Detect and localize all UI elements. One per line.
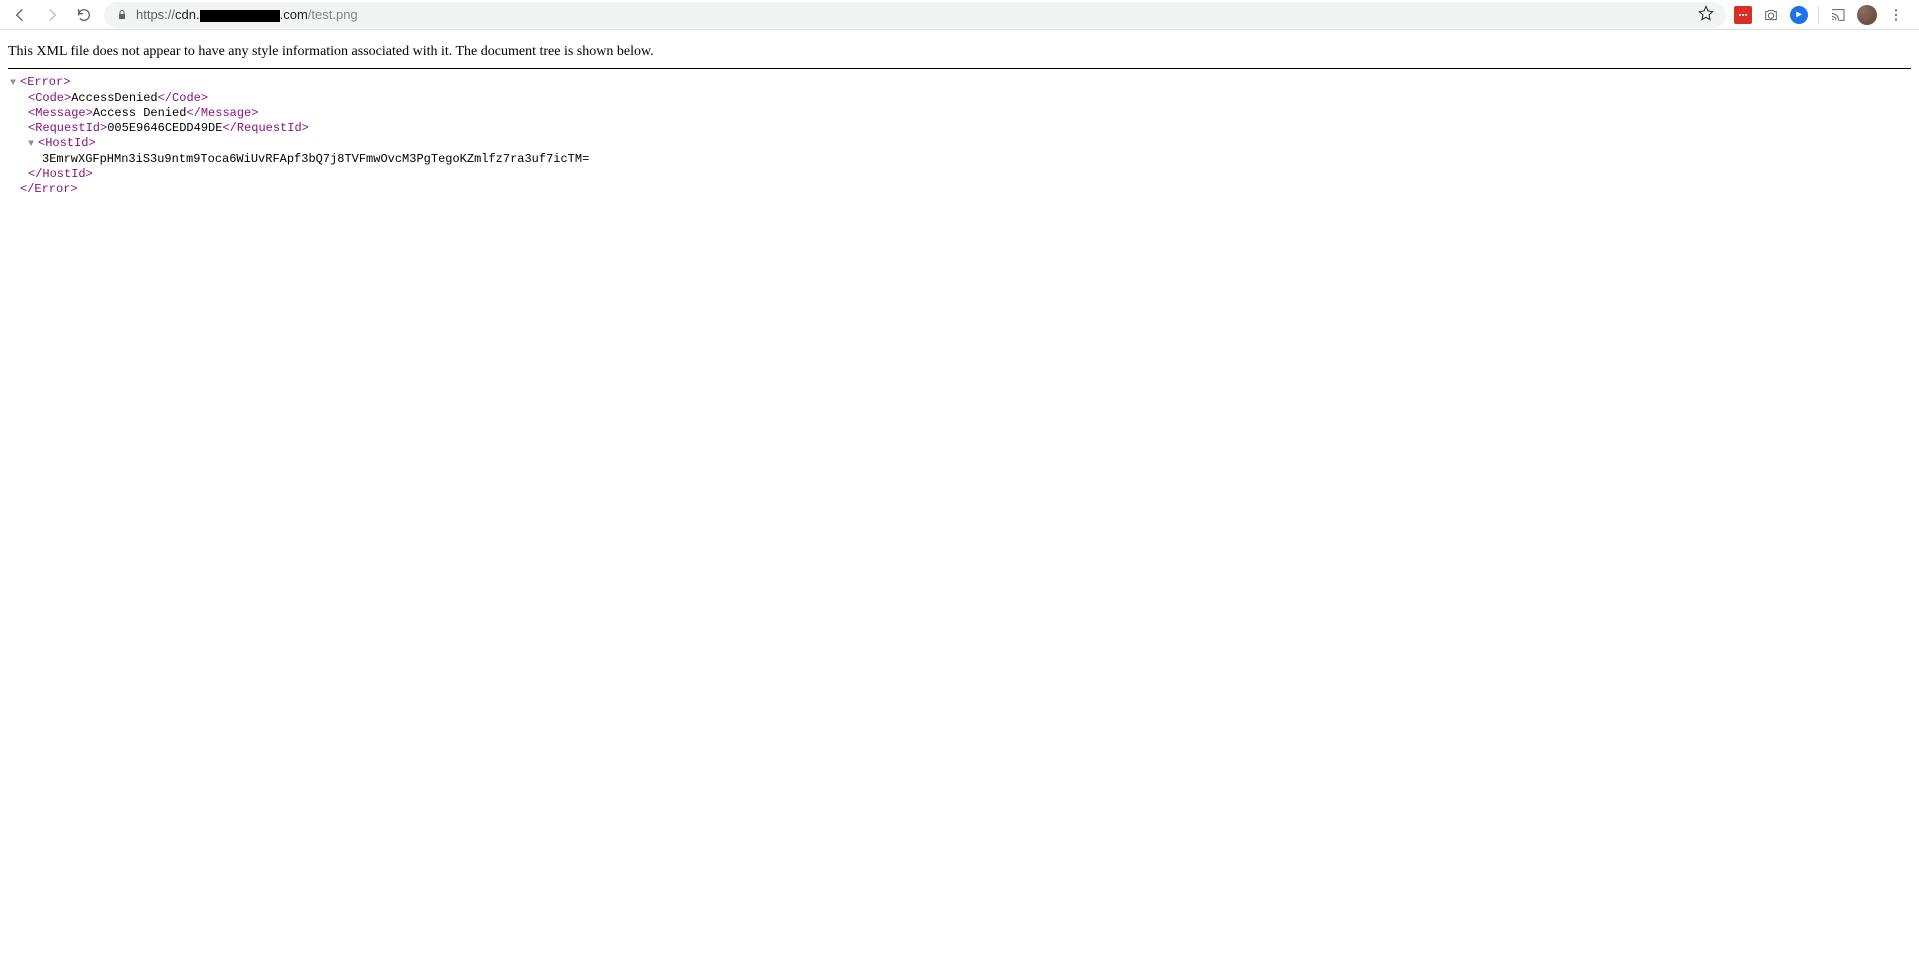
kebab-menu-icon — [1888, 7, 1904, 23]
xml-line: <Message>Access Denied</Message> — [10, 106, 1911, 121]
collapse-toggle[interactable]: ▼ — [10, 76, 20, 91]
bookmark-button[interactable] — [1698, 5, 1714, 24]
tag-code-close: </Code> — [158, 91, 208, 105]
toolbar-right: ▸ — [1734, 5, 1911, 25]
tag-hostid-close: </HostId> — [28, 167, 93, 181]
lock-icon — [116, 9, 128, 21]
url-host-suffix: .com — [280, 7, 308, 22]
dots-icon — [1739, 14, 1747, 16]
separator — [8, 68, 1911, 69]
star-icon — [1698, 5, 1714, 21]
url-host-prefix: cdn. — [175, 7, 200, 22]
back-button[interactable] — [8, 3, 32, 27]
xml-line: 3EmrwXGFpHMn3iS3u9ntm9Toca6WiUvRFApf3bQ7… — [10, 152, 1911, 167]
extension-lastpass[interactable] — [1734, 6, 1752, 24]
profile-avatar[interactable] — [1857, 5, 1877, 25]
xml-line: ▼<Error> — [10, 75, 1911, 91]
tag-requestid-close: </RequestId> — [222, 121, 308, 135]
xml-line: <Code>AccessDenied</Code> — [10, 91, 1911, 106]
url-path: /test.png — [308, 7, 358, 22]
hostid-value: 3EmrwXGFpHMn3iS3u9ntm9Toca6WiUvRFApf3bQ7… — [42, 152, 589, 166]
tag-hostid-open: <HostId> — [38, 136, 96, 150]
cast-icon — [1830, 7, 1846, 23]
extension-zoom[interactable]: ▸ — [1790, 6, 1808, 24]
message-value: Access Denied — [93, 106, 187, 120]
xml-line: <RequestId>005E9646CEDD49DE</RequestId> — [10, 121, 1911, 136]
xml-tree: ▼<Error> <Code>AccessDenied</Code> <Mess… — [8, 75, 1911, 197]
cast-button[interactable] — [1829, 6, 1847, 24]
menu-button[interactable] — [1887, 6, 1905, 24]
tag-requestid-open: <RequestId> — [28, 121, 107, 135]
collapse-toggle[interactable]: ▼ — [28, 137, 38, 152]
address-bar[interactable]: https://cdn. .com/test.png — [104, 2, 1726, 28]
tag-message-open: <Message> — [28, 106, 93, 120]
reload-button[interactable] — [72, 3, 96, 27]
url-scheme: https:// — [136, 7, 175, 22]
reload-icon — [76, 7, 92, 23]
tag-message-close: </Message> — [186, 106, 258, 120]
xml-line: ▼<HostId> — [10, 136, 1911, 152]
toolbar-divider — [1818, 6, 1819, 24]
xml-info-message: This XML file does not appear to have an… — [8, 38, 1911, 68]
page-content: This XML file does not appear to have an… — [0, 30, 1919, 205]
xml-line: </HostId> — [10, 167, 1911, 182]
forward-button[interactable] — [40, 3, 64, 27]
browser-toolbar: https://cdn. .com/test.png ▸ — [0, 0, 1919, 30]
extension-camera[interactable] — [1762, 6, 1780, 24]
tag-code-open: <Code> — [28, 91, 71, 105]
tag-error-close: </Error> — [20, 182, 78, 196]
requestid-value: 005E9646CEDD49DE — [107, 121, 222, 135]
arrow-left-icon — [12, 7, 28, 23]
url-redacted — [200, 10, 280, 22]
video-icon: ▸ — [1796, 9, 1801, 20]
camera-icon — [1763, 7, 1779, 23]
arrow-right-icon — [44, 7, 60, 23]
xml-line: </Error> — [10, 182, 1911, 197]
url-text: https://cdn. .com/test.png — [136, 7, 358, 22]
tag-error-open: <Error> — [20, 75, 70, 89]
code-value: AccessDenied — [71, 91, 157, 105]
